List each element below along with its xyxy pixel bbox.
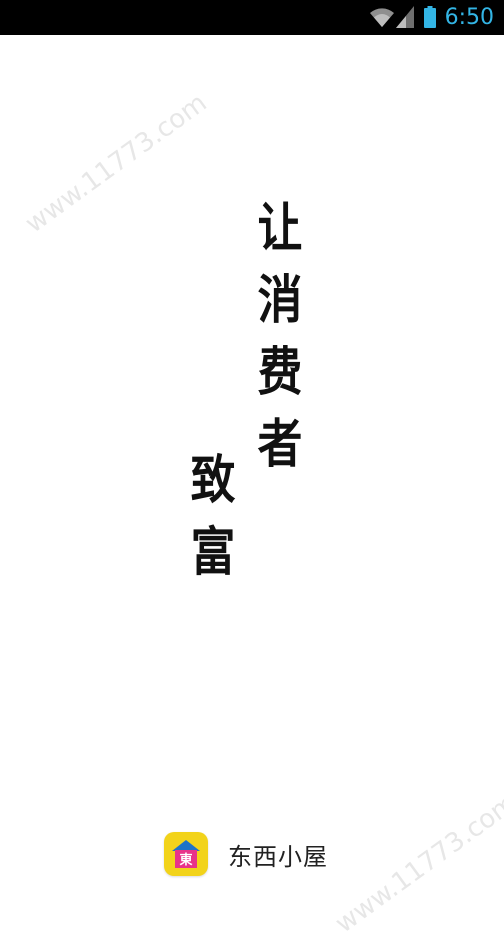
slogan-main: 让 消 费 者 (254, 193, 306, 481)
watermark-bottom: www.11773.com (330, 787, 504, 939)
wifi-icon (370, 8, 394, 27)
battery-icon (424, 6, 436, 28)
watermark-top: www.11773.com (20, 87, 213, 240)
status-bar: 6:50 (0, 0, 504, 35)
slogan-sub: 致 富 (187, 445, 239, 589)
house-logo-icon: 東 (172, 840, 200, 868)
splash-screen: www.11773.com www.11773.com 让 消 费 者 致 富 … (0, 35, 504, 939)
slogan-char: 致 (190, 451, 236, 511)
app-logo: 東 (164, 832, 208, 876)
brand: 東 东西小屋 (164, 831, 328, 877)
slogan-char: 费 (257, 343, 303, 403)
slogan-char: 消 (257, 271, 303, 331)
slogan-char: 者 (257, 415, 303, 475)
slogan-char: 富 (190, 523, 236, 583)
signal-icon (396, 6, 414, 28)
slogan-char: 让 (257, 199, 303, 259)
brand-name: 东西小屋 (228, 842, 328, 871)
logo-char: 東 (179, 852, 192, 868)
status-time: 6:50 (444, 5, 494, 30)
